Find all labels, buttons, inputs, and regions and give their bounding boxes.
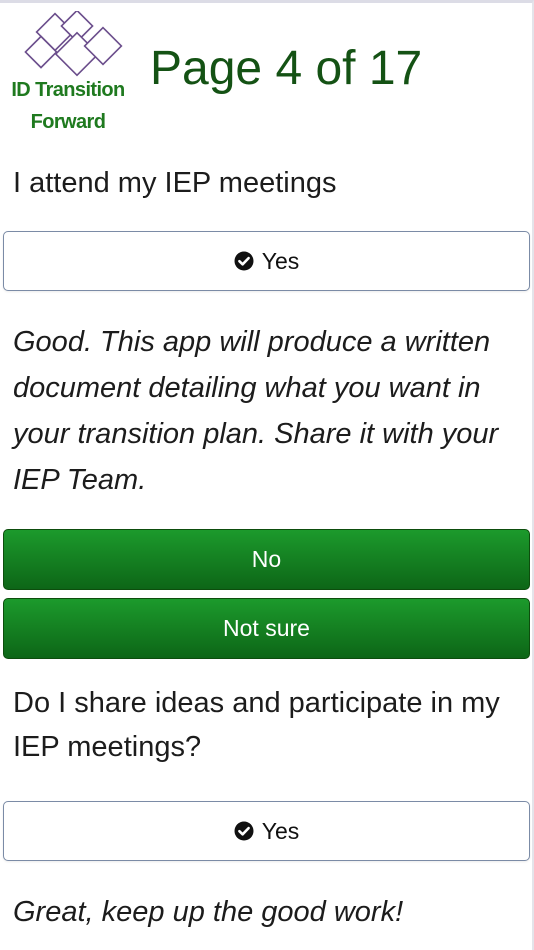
question-2-yes-button[interactable]: Yes	[3, 801, 530, 861]
logo-diamonds-icon	[24, 11, 123, 77]
question-2-text: Do I share ideas and participate in my I…	[13, 687, 500, 763]
question-2-feedback: Great, keep up the good work!	[13, 896, 404, 928]
question-1-text: I attend my IEP meetings	[13, 167, 337, 199]
logo-text-line2: Forward	[30, 111, 106, 133]
check-circle-icon	[234, 821, 254, 841]
logo-text-line1: ID Transition	[11, 79, 125, 101]
page-title: Page 4 of 17	[150, 42, 423, 95]
question-2-yes-label: Yes	[261, 817, 300, 844]
question-1-feedback: Good. This app will produce a written do…	[13, 326, 499, 496]
question-1-no-button[interactable]: No	[3, 529, 530, 590]
header: ID Transition Forward Page 4 of 17	[0, 3, 534, 143]
logo: ID Transition Forward	[4, 11, 134, 141]
question-1-not-sure-button[interactable]: Not sure	[3, 598, 530, 659]
check-circle-icon	[234, 251, 254, 271]
question-1-not-sure-label: Not sure	[223, 615, 310, 641]
question-1-no-label: No	[251, 546, 282, 572]
app-screen: ID Transition Forward Page 4 of 17 I att…	[0, 0, 534, 950]
question-1-yes-label: Yes	[261, 247, 300, 274]
question-1-yes-button[interactable]: Yes	[3, 231, 530, 291]
